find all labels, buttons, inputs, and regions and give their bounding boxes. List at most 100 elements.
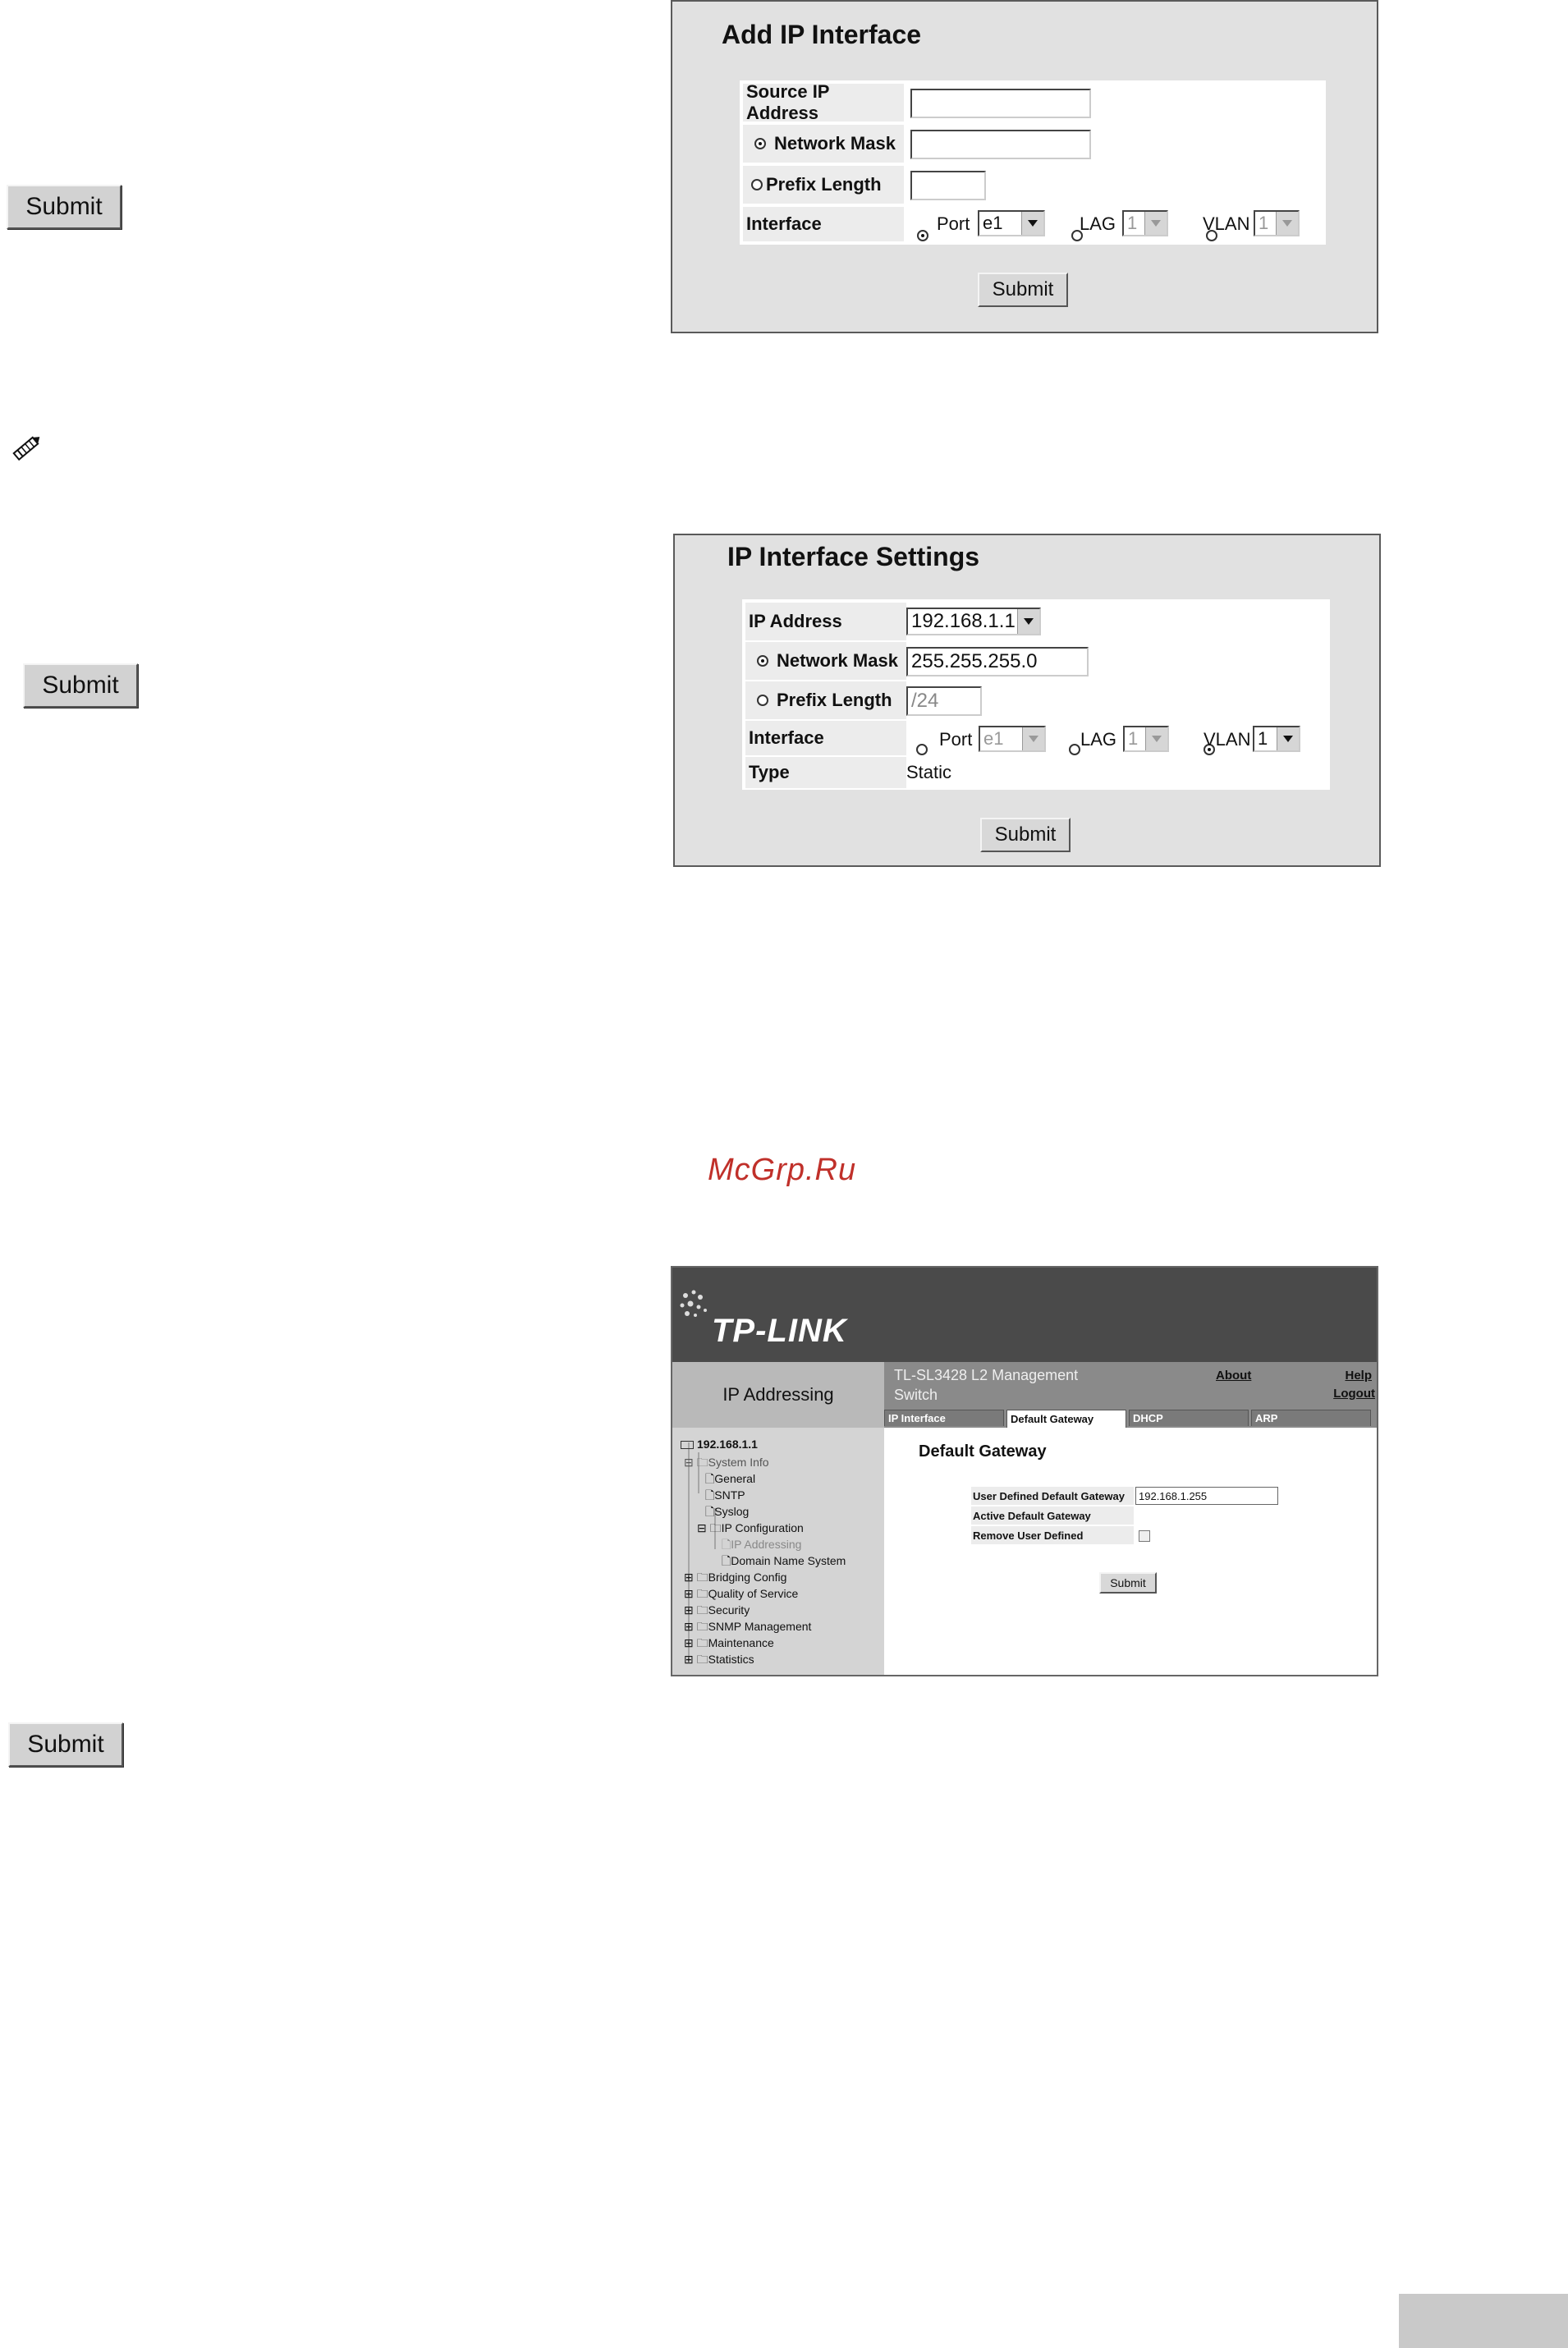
network-mask-label: Network Mask bbox=[774, 133, 896, 154]
tree-item-label: IP Addressing bbox=[731, 1538, 802, 1551]
prefix-length-row-label: Prefix Length bbox=[745, 681, 906, 719]
interface-label: Interface bbox=[743, 207, 904, 241]
tplink-logo: TP-LINK bbox=[712, 1313, 847, 1349]
folder-icon: 🗀 bbox=[696, 1571, 708, 1584]
tree-item-label: SNTP bbox=[714, 1488, 745, 1502]
port-radio[interactable] bbox=[916, 744, 928, 755]
content-area: Default Gateway User Defined Default Gat… bbox=[884, 1428, 1377, 1675]
network-mask-row-label: Network Mask bbox=[745, 642, 906, 680]
submit-button[interactable]: Submit bbox=[23, 663, 138, 708]
tree-item-label: System Info bbox=[708, 1456, 769, 1469]
port-label: Port bbox=[939, 729, 973, 750]
network-mask-input[interactable] bbox=[910, 130, 1091, 159]
chevron-down-icon bbox=[1144, 212, 1167, 235]
prefix-length-input[interactable] bbox=[910, 171, 986, 200]
interface-label: Interface bbox=[745, 721, 906, 755]
source-ip-input[interactable] bbox=[910, 89, 1091, 118]
ip-address-value: 192.168.1.1 bbox=[911, 610, 1016, 632]
vlan-select[interactable]: 1 bbox=[1254, 210, 1300, 236]
tree-item-label: Syslog bbox=[714, 1505, 750, 1518]
tab-ip-interface[interactable]: IP Interface bbox=[884, 1410, 1004, 1426]
nav-tree: 192.168.1.1 ⊟ 🗀System Info 🗋General 🗋SNT… bbox=[672, 1428, 884, 1675]
section-title: IP Addressing bbox=[672, 1362, 884, 1428]
add-ip-interface-panel: Add IP Interface Source IP Address Netwo… bbox=[671, 0, 1378, 333]
tree-item-label: Quality of Service bbox=[708, 1587, 799, 1600]
panel-title: Add IP Interface bbox=[722, 20, 922, 49]
tree-item-label: Statistics bbox=[708, 1653, 754, 1666]
vlan-select[interactable]: 1 bbox=[1253, 726, 1300, 752]
about-link[interactable]: About bbox=[1216, 1369, 1251, 1383]
page-icon: 🗋 bbox=[705, 1488, 715, 1502]
network-mask-radio[interactable] bbox=[757, 655, 768, 667]
tree-item-label: Domain Name System bbox=[731, 1554, 846, 1567]
port-select-value: e1 bbox=[983, 213, 1003, 233]
tree-item-label: Security bbox=[708, 1603, 750, 1617]
chevron-down-icon bbox=[1017, 609, 1039, 634]
lag-label: LAG bbox=[1080, 213, 1116, 234]
submit-button[interactable]: Submit bbox=[7, 185, 121, 229]
network-mask-input[interactable]: 255.255.255.0 bbox=[906, 647, 1089, 676]
submit-button[interactable]: Submit bbox=[1099, 1572, 1157, 1594]
ip-address-select[interactable]: 192.168.1.1 bbox=[906, 608, 1041, 635]
tree-item-label: General bbox=[714, 1472, 756, 1485]
lag-select[interactable]: 1 bbox=[1123, 726, 1169, 752]
port-radio[interactable] bbox=[917, 230, 928, 241]
tree-item-label: SNMP Management bbox=[708, 1620, 812, 1633]
user-defined-gateway-input[interactable]: 192.168.1.255 bbox=[1135, 1487, 1278, 1505]
pencil-icon bbox=[12, 436, 40, 461]
prefix-length-row-label: Prefix Length bbox=[743, 166, 904, 204]
tree-item-statistics[interactable]: ⊞ 🗀Statistics bbox=[684, 1651, 754, 1671]
ip-settings-form: IP Address 192.168.1.1 Network Mask 255.… bbox=[742, 599, 1330, 790]
page-corner-block bbox=[1399, 2294, 1568, 2348]
submit-button[interactable]: Submit bbox=[978, 273, 1068, 307]
folder-icon: 🗀 bbox=[696, 1603, 708, 1617]
ip-interface-settings-panel: IP Interface Settings IP Address 192.168… bbox=[673, 534, 1381, 867]
page-icon: 🗋 bbox=[705, 1505, 715, 1518]
lag-radio[interactable] bbox=[1069, 744, 1080, 755]
tab-dhcp[interactable]: DHCP bbox=[1129, 1410, 1249, 1426]
chevron-down-icon bbox=[1021, 212, 1043, 235]
lag-select[interactable]: 1 bbox=[1122, 210, 1168, 236]
prefix-length-radio[interactable] bbox=[757, 695, 768, 706]
source-ip-label: Source IP Address bbox=[743, 81, 904, 123]
tree-item-label: Maintenance bbox=[708, 1636, 774, 1649]
chevron-down-icon bbox=[1276, 212, 1298, 235]
lag-select-value: 1 bbox=[1127, 213, 1138, 233]
vlan-select-value: 1 bbox=[1258, 728, 1268, 749]
help-link[interactable]: Help bbox=[1345, 1369, 1372, 1383]
prefix-length-label: Prefix Length bbox=[777, 690, 892, 710]
watermark: McGrp.Ru bbox=[708, 1153, 857, 1187]
port-select-value: e1 bbox=[983, 728, 1004, 749]
page-icon: 🗋 bbox=[722, 1538, 731, 1551]
remove-user-defined-label: Remove User Defined bbox=[971, 1526, 1134, 1544]
add-ip-form: Source IP Address Network Mask Prefix Le… bbox=[740, 80, 1326, 245]
active-gateway-label: Active Default Gateway bbox=[971, 1506, 1134, 1525]
logout-link[interactable]: Logout bbox=[1333, 1387, 1375, 1401]
port-select[interactable]: e1 bbox=[978, 210, 1045, 236]
prefix-length-radio[interactable] bbox=[751, 179, 763, 190]
vlan-select-value: 1 bbox=[1259, 213, 1269, 233]
prefix-length-label: Prefix Length bbox=[766, 174, 882, 195]
vlan-label: VLAN bbox=[1204, 729, 1251, 750]
folder-icon: 🗀 bbox=[696, 1636, 708, 1649]
tab-arp[interactable]: ARP bbox=[1251, 1410, 1371, 1426]
vlan-label: VLAN bbox=[1203, 213, 1250, 234]
device-title: TL-SL3428 L2 Management Switch bbox=[894, 1367, 1079, 1403]
network-mask-radio[interactable] bbox=[754, 138, 766, 149]
remove-user-defined-checkbox[interactable] bbox=[1139, 1530, 1150, 1542]
type-label: Type bbox=[745, 757, 906, 788]
user-defined-gateway-label: User Defined Default Gateway bbox=[971, 1487, 1134, 1505]
chevron-down-icon bbox=[1145, 727, 1167, 750]
ip-address-label: IP Address bbox=[745, 603, 906, 640]
tab-default-gateway[interactable]: Default Gateway bbox=[1006, 1410, 1126, 1428]
prefix-length-input[interactable]: /24 bbox=[906, 686, 982, 716]
port-select[interactable]: e1 bbox=[979, 726, 1046, 752]
folder-icon: 🗀 bbox=[696, 1620, 708, 1633]
tree-item-label: IP Configuration bbox=[721, 1521, 804, 1534]
folder-icon: 🗀 bbox=[709, 1521, 722, 1534]
tree-item-root[interactable]: 192.168.1.1 bbox=[681, 1438, 758, 1451]
submit-button[interactable]: Submit bbox=[980, 818, 1071, 852]
tab-bar: IP Interface Default Gateway DHCP ARP bbox=[884, 1410, 1377, 1428]
submit-button[interactable]: Submit bbox=[8, 1722, 123, 1767]
type-value: Static bbox=[906, 762, 952, 782]
